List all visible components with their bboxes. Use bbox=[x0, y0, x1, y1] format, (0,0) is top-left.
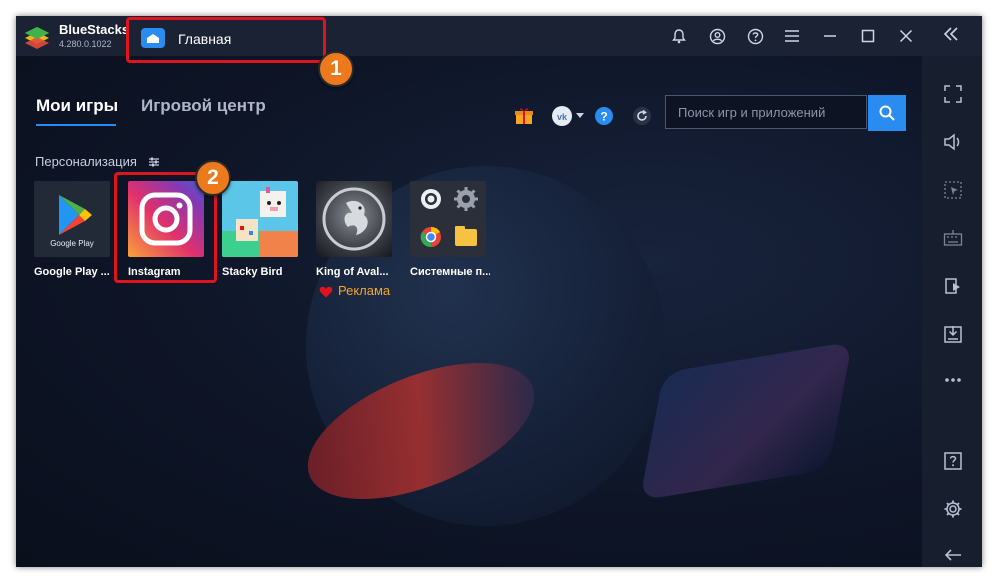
menu-icon[interactable] bbox=[782, 26, 802, 46]
tab-game-center[interactable]: Игровой центр bbox=[141, 96, 266, 116]
back-arrow-icon[interactable] bbox=[941, 543, 965, 567]
collapse-sidebar-icon[interactable] bbox=[941, 26, 961, 46]
ad-label: Реклама bbox=[338, 283, 391, 298]
search-button[interactable] bbox=[868, 95, 906, 131]
google-play-tile-text: Google Play bbox=[50, 239, 94, 248]
home-content: Мои игры Игровой центр vk ? Персонализац… bbox=[16, 56, 922, 567]
svg-text:?: ? bbox=[600, 110, 607, 124]
search-input[interactable] bbox=[665, 95, 867, 129]
bluestacks-logo-icon bbox=[25, 27, 49, 49]
maximize-icon[interactable] bbox=[858, 26, 878, 46]
customize-icon[interactable] bbox=[148, 156, 160, 168]
app-king-of-avalon[interactable]: King of Aval... bbox=[316, 181, 396, 278]
search-icon bbox=[879, 105, 895, 121]
gift-icon[interactable] bbox=[513, 105, 535, 127]
app-label: King of Aval... bbox=[316, 266, 389, 278]
vk-dropdown-chevron-icon[interactable] bbox=[575, 105, 585, 127]
app-label: Stacky Bird bbox=[222, 266, 283, 278]
minimize-icon[interactable] bbox=[820, 26, 840, 46]
search-bar bbox=[665, 95, 906, 131]
install-apk-icon[interactable] bbox=[941, 322, 965, 346]
svg-text:vk: vk bbox=[557, 112, 568, 122]
keyboard-icon[interactable] bbox=[941, 226, 965, 250]
fullscreen-icon[interactable] bbox=[941, 82, 965, 106]
close-icon[interactable] bbox=[896, 26, 916, 46]
stacky-bird-icon bbox=[222, 181, 298, 257]
account-icon[interactable] bbox=[707, 26, 727, 46]
system-apps-icon bbox=[410, 181, 486, 257]
select-region-icon[interactable] bbox=[941, 178, 965, 202]
brand-name: BlueStacks bbox=[59, 22, 130, 37]
help-icon[interactable] bbox=[745, 26, 765, 46]
version-text: 4.280.0.1022 bbox=[59, 39, 112, 49]
app-stacky-bird[interactable]: Stacky Bird bbox=[222, 181, 302, 278]
background-rocket-fin bbox=[639, 341, 853, 501]
notifications-bell-icon[interactable] bbox=[669, 26, 689, 46]
volume-icon[interactable] bbox=[941, 130, 965, 154]
screenshot-icon[interactable] bbox=[941, 274, 965, 298]
step-badge-1: 1 bbox=[318, 51, 354, 87]
king-of-avalon-icon bbox=[316, 181, 392, 257]
section-title: Персонализация bbox=[35, 154, 137, 169]
app-google-play[interactable]: Google Play Google Play ... bbox=[34, 181, 114, 278]
app-label: Системные п... bbox=[410, 266, 490, 278]
tab-my-games-underline bbox=[36, 124, 116, 126]
app-label: Google Play ... bbox=[34, 266, 110, 278]
right-sidebar bbox=[922, 56, 982, 567]
more-icon[interactable] bbox=[941, 368, 965, 392]
app-system-apps[interactable]: Системные п... bbox=[410, 181, 490, 278]
highlight-home-tab bbox=[126, 17, 326, 63]
settings-gear-icon[interactable] bbox=[941, 497, 965, 521]
tab-my-games[interactable]: Мои игры bbox=[36, 96, 118, 116]
bluestacks-window: BlueStacks 4.280.0.1022 Главная Мои игры… bbox=[16, 16, 982, 567]
heart-icon bbox=[319, 286, 333, 298]
google-play-icon: Google Play bbox=[34, 181, 110, 257]
refresh-icon[interactable] bbox=[631, 105, 653, 127]
help-square-icon[interactable] bbox=[941, 449, 965, 473]
help-circle-icon[interactable]: ? bbox=[593, 105, 615, 127]
step-badge-2: 2 bbox=[195, 160, 231, 196]
vk-icon[interactable]: vk bbox=[551, 105, 573, 127]
